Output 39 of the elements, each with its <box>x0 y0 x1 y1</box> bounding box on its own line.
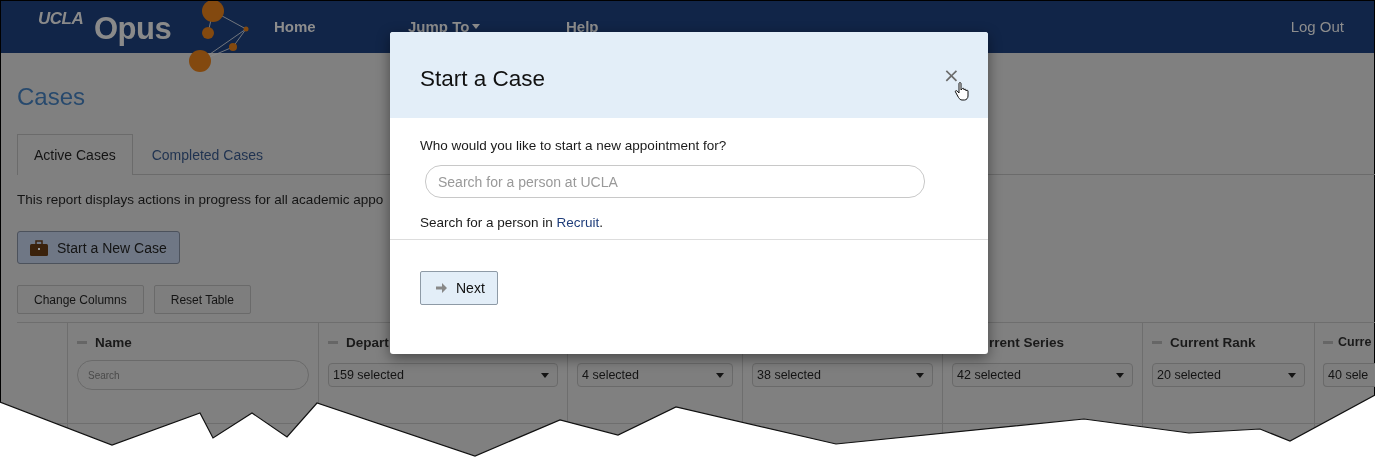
logo-text[interactable]: Opus <box>94 11 172 47</box>
logo-text[interactable]: UCLA <box>38 9 84 29</box>
tab[interactable]: Active Cases <box>17 134 133 175</box>
nav-link[interactable]: Jump To <box>408 18 481 35</box>
logout-link[interactable]: Log Out <box>1290 18 1344 35</box>
caret-icon <box>716 372 724 378</box>
search-field[interactable]: Search for a person at UCLA <box>425 165 925 198</box>
next-button[interactable]: Next <box>420 271 498 305</box>
caret-icon <box>1116 372 1124 378</box>
nav-link[interactable]: Home <box>274 18 316 35</box>
arrow-right-icon <box>436 283 447 293</box>
column-header: Depart <box>346 334 389 350</box>
caret-icon <box>472 24 481 29</box>
caret-icon <box>916 372 924 378</box>
caret-icon <box>1288 372 1296 378</box>
column-header: Name <box>95 334 132 350</box>
start-case-button[interactable]: Start a New Case <box>17 231 180 264</box>
prompt-text: Who would you like to start a new appointment for? <box>420 137 728 155</box>
toolbar-button[interactable]: Reset Table <box>153 285 251 314</box>
filter-dropdown[interactable]: 42 selected <box>952 363 1133 387</box>
nav-link[interactable]: Help <box>566 18 599 35</box>
page-title: Cases <box>17 83 86 111</box>
column-header: Curre <box>1338 335 1372 349</box>
filter-dropdown[interactable]: 4 selected <box>577 363 733 387</box>
column-header: rrent Series <box>989 334 1065 350</box>
briefcase-icon <box>30 239 48 256</box>
description-text: This report displays actions in progress for all academic appo <box>17 191 385 209</box>
tab[interactable]: Completed Cases <box>134 134 280 175</box>
hint-text: Search for a person in Recruit. <box>420 214 605 232</box>
close-button[interactable]: × <box>943 68 960 82</box>
dialog-title: Start a Case <box>420 66 546 92</box>
filter-dropdown[interactable]: 40 sele <box>1323 363 1375 387</box>
caret-icon <box>541 372 549 378</box>
column-header: Current Rank <box>1170 334 1256 350</box>
cursor-icon <box>954 82 970 101</box>
toolbar-button[interactable]: Change Columns <box>17 285 144 314</box>
filter-dropdown[interactable]: 38 selected <box>752 363 933 387</box>
filter-dropdown[interactable]: 159 selected <box>328 363 558 387</box>
filter-dropdown[interactable]: 20 selected <box>1152 363 1305 387</box>
